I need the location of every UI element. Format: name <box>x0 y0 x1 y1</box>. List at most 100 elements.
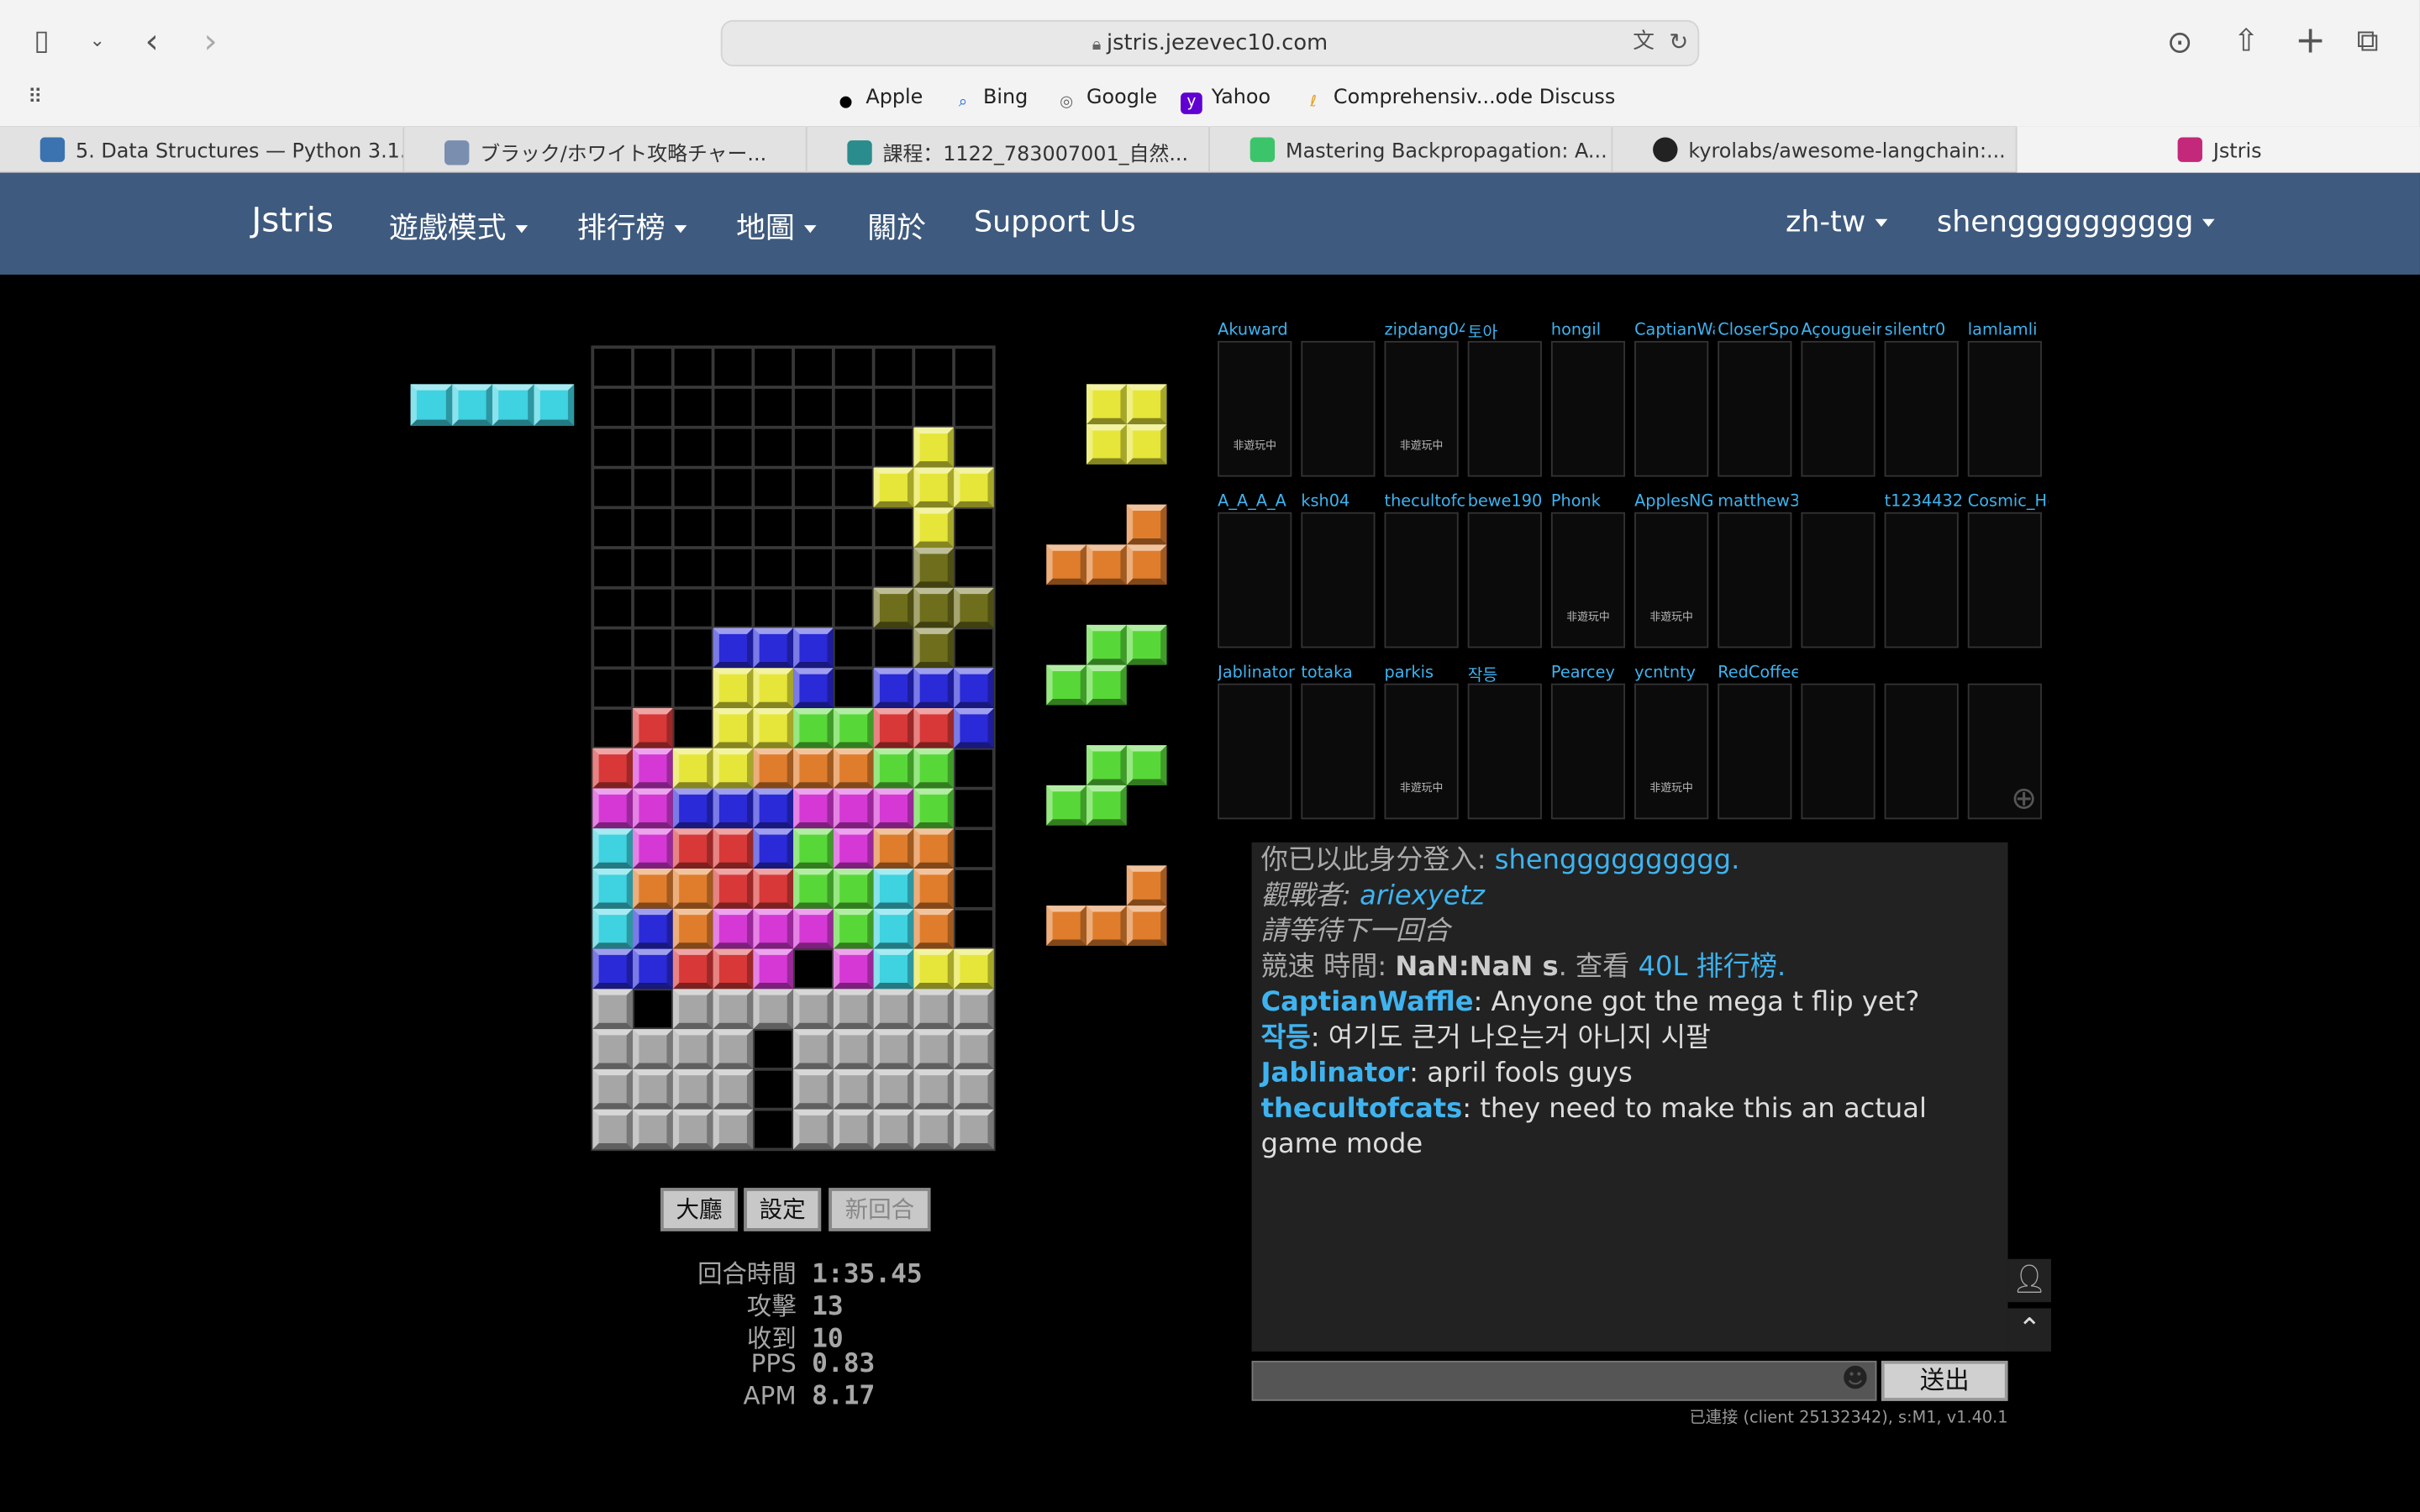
opponent-board[interactable] <box>1550 683 1626 820</box>
bookmark-leetcode[interactable]: ℓ Comprehensiv...ode Discuss <box>1302 87 1615 114</box>
opponent-board[interactable] <box>1467 683 1542 820</box>
tab-course[interactable]: 課程：1122_783007001_自然... <box>808 126 1210 173</box>
opponent-board[interactable] <box>1801 512 1876 648</box>
back-icon[interactable]: ‹ <box>145 25 159 60</box>
opponent-name[interactable]: lamlamli <box>1968 321 2049 339</box>
opponent-name[interactable]: ksh04 <box>1301 492 1381 511</box>
opponent-name[interactable]: CloserSpot <box>1718 321 1798 339</box>
opponent-board[interactable] <box>1967 512 2042 648</box>
opponent-board[interactable] <box>1301 340 1376 477</box>
opponent-board[interactable]: 非遊玩中 <box>1634 683 1709 820</box>
opponent-board[interactable] <box>1718 340 1792 477</box>
opponent-board[interactable] <box>1634 340 1709 477</box>
nav-game-modes[interactable]: 遊戲模式 <box>389 205 529 247</box>
download-icon[interactable]: ⊙ <box>2167 26 2193 57</box>
chevron-down-icon[interactable]: ⌄ <box>90 31 105 50</box>
opponent-name[interactable]: matthew3 <box>1718 492 1798 511</box>
lobby-button[interactable]: 大廳 <box>660 1188 738 1231</box>
zoom-icon[interactable]: ⊕ <box>2011 780 2037 816</box>
opponent-name[interactable]: Açougueiro <box>1801 321 1881 339</box>
opponent-board[interactable] <box>1467 512 1542 648</box>
chat-input[interactable]: ☻ <box>1251 1360 1877 1401</box>
tab-japanese[interactable]: ブラック/ホワイト攻略チャー... <box>404 126 808 173</box>
bookmark-google[interactable]: ◎ Google <box>1055 87 1157 114</box>
opponent-board[interactable] <box>1801 683 1876 820</box>
send-button[interactable]: 送出 <box>1881 1360 2008 1401</box>
opponent-board[interactable]: 非遊玩中 <box>1384 683 1459 820</box>
opponent-board[interactable]: 非遊玩中 <box>1218 340 1292 477</box>
stat-row: 收到 10 <box>746 1323 844 1354</box>
forward-icon[interactable]: › <box>203 25 217 60</box>
opponent-name[interactable]: Jablinator <box>1218 664 1298 682</box>
bookmark-apple[interactable]: ● Apple <box>835 87 923 114</box>
nav-support-us[interactable]: Support Us <box>974 205 1136 239</box>
opponent-board[interactable] <box>1301 512 1376 648</box>
tab-backprop[interactable]: Mastering Backpropagation: A... <box>1210 126 1613 173</box>
new-round-button[interactable]: 新回合 <box>829 1188 931 1231</box>
opponent-name[interactable]: CaptianWaffle <box>1634 321 1715 339</box>
reload-icon[interactable]: ↻ <box>1669 30 1688 55</box>
emoji-icon[interactable]: ☻ <box>1842 1364 1870 1395</box>
opponent-name[interactable]: A_A_A_A <box>1218 492 1298 511</box>
j-block <box>873 668 914 709</box>
settings-button[interactable]: 設定 <box>744 1188 822 1231</box>
opponent-board[interactable] <box>1718 683 1792 820</box>
empty-cell <box>954 828 994 869</box>
user-list-icon[interactable]: 👤︎ <box>2007 1258 2051 1303</box>
opponent-name[interactable]: hongil <box>1551 321 1632 339</box>
opponent-board[interactable] <box>1467 340 1542 477</box>
tab-github[interactable]: kyrolabs/awesome-langchain:... <box>1612 126 2018 173</box>
opponent-board[interactable]: 非遊玩中 <box>1384 340 1459 477</box>
opponent-board[interactable] <box>1884 512 1959 648</box>
address-bar[interactable]: 🔒︎ jstris.jezevec10.com 文 ↻ <box>720 19 1700 66</box>
nav-leaderboard[interactable]: 排行榜 <box>577 205 687 247</box>
opponent-board[interactable] <box>1718 512 1792 648</box>
nav-user-menu[interactable]: shengggggggggg <box>1937 205 2216 239</box>
opponent-board[interactable] <box>1884 340 1959 477</box>
opponent-name[interactable]: silentr0 <box>1885 321 1965 339</box>
opponent-name[interactable]: bewe190 <box>1468 492 1549 511</box>
opponent-name[interactable]: ApplesNGrapes <box>1634 492 1715 511</box>
nav-language[interactable]: zh-tw <box>1786 205 1888 239</box>
new-tab-icon[interactable]: + <box>2295 22 2326 59</box>
empty-cell <box>873 507 914 549</box>
opponent-board[interactable] <box>1884 683 1959 820</box>
empty-cell <box>833 387 874 428</box>
empty-cell <box>753 467 794 508</box>
tab-python[interactable]: 5. Data Structures — Python 3.1... <box>0 126 405 173</box>
opponent-name[interactable]: parkis <box>1385 664 1465 682</box>
opponent-board[interactable] <box>1384 512 1459 648</box>
opponent-name[interactable]: Akuward <box>1218 321 1298 339</box>
opponent-name[interactable]: thecultofcats <box>1385 492 1465 511</box>
opponent-board[interactable] <box>1967 340 2042 477</box>
sidebar-toggle-icon[interactable]: ▯ <box>34 27 49 55</box>
share-icon[interactable]: ⇧ <box>2233 24 2260 55</box>
nav-maps[interactable]: 地圖 <box>736 205 817 247</box>
opponent-name[interactable]: t12344321 <box>1885 492 1965 511</box>
opponent-name[interactable]: zipdang04 <box>1385 321 1465 339</box>
opponent-board[interactable] <box>1301 683 1376 820</box>
ghost-block <box>913 548 955 588</box>
opponent-name[interactable]: Pearcey <box>1551 664 1632 682</box>
bookmark-bing[interactable]: ⌕ Bing <box>952 87 1028 114</box>
leaderboard-link[interactable]: 40L 排行榜. <box>1639 952 1786 983</box>
empty-cell <box>954 387 994 428</box>
bookmark-yahoo[interactable]: y Yahoo <box>1181 87 1270 114</box>
opponent-name[interactable]: Phonk <box>1551 492 1632 511</box>
nav-about[interactable]: 關於 <box>867 205 926 247</box>
opponent-name[interactable]: totaka <box>1301 664 1381 682</box>
opponent-board[interactable] <box>1550 340 1626 477</box>
chevron-up-icon[interactable]: ⌃ <box>2007 1308 2051 1352</box>
opponent-name[interactable]: ycntnty <box>1634 664 1715 682</box>
opponent-name[interactable]: RedCoffee <box>1718 664 1798 682</box>
brand-link[interactable]: Jstris <box>251 202 334 241</box>
opponent-board[interactable]: 非遊玩中 <box>1550 512 1626 648</box>
opponent-board[interactable]: 非遊玩中 <box>1634 512 1709 648</box>
opponent-name[interactable]: Cosmic_Hero <box>1968 492 2049 511</box>
tab-overview-icon[interactable]: ⧉ <box>2357 24 2379 55</box>
translate-icon[interactable]: 文 <box>1633 31 1655 53</box>
opponent-board[interactable] <box>1218 512 1292 648</box>
opponent-board[interactable] <box>1801 340 1876 477</box>
opponent-board[interactable] <box>1218 683 1292 820</box>
tab-jstris[interactable]: Jstris <box>2017 126 2420 173</box>
